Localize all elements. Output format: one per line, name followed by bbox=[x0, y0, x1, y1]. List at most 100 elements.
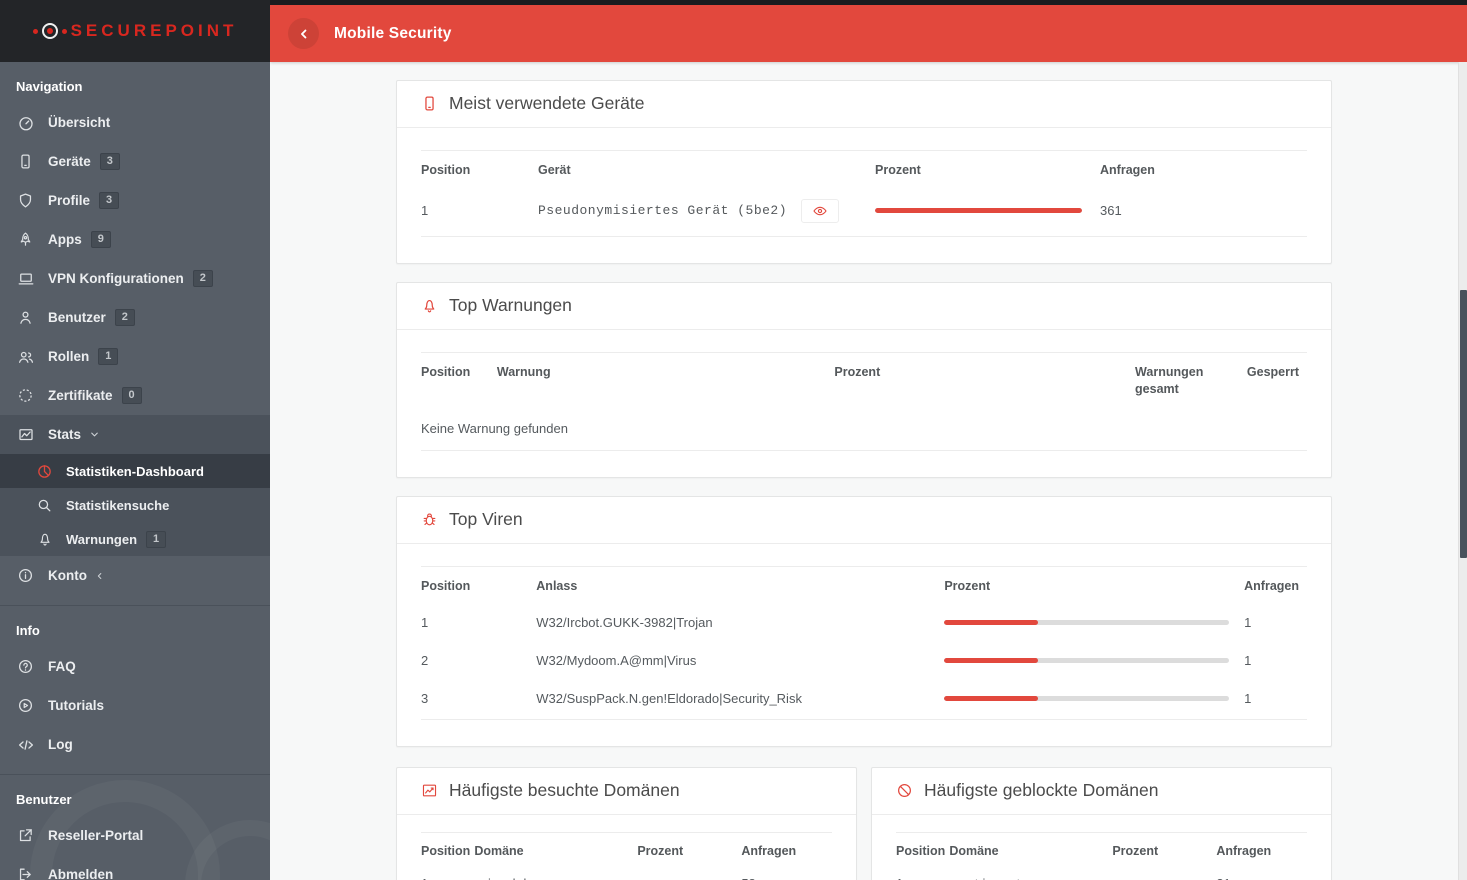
count-badge: 0 bbox=[121, 387, 142, 404]
sidebar-item-vpn-konfigurationen[interactable]: VPN Konfigurationen 2 bbox=[0, 259, 270, 298]
sidebar-item-tutorials[interactable]: Tutorials bbox=[0, 686, 270, 725]
viruses-table: Position Anlass Prozent Anfragen 1 W32/I… bbox=[421, 565, 1307, 720]
table-row: 1 meetrics.net 31 bbox=[896, 868, 1307, 880]
vertical-scrollbar-thumb[interactable] bbox=[1460, 290, 1467, 558]
back-button[interactable] bbox=[288, 18, 319, 49]
card-header: Häufigste geblockte Domänen bbox=[872, 768, 1331, 815]
count-badge: 2 bbox=[192, 270, 213, 287]
count-badge: 3 bbox=[99, 153, 120, 170]
sidebar-item-zertifikate[interactable]: Zertifikate 0 bbox=[0, 376, 270, 415]
sidebar-item-label: Stats bbox=[48, 427, 82, 442]
card-body: Position Domäne Prozent Anfragen 1 meetr… bbox=[872, 815, 1331, 880]
chevron-left-icon bbox=[95, 571, 105, 581]
laptop-icon bbox=[16, 269, 35, 288]
bug-icon bbox=[421, 511, 438, 528]
stats-group: Stats Statistiken-Dashboard Statistikens… bbox=[0, 415, 270, 556]
securepoint-logo: SECUREPOINT bbox=[32, 21, 238, 41]
sidebar-item-statistiken-dashboard[interactable]: Statistiken-Dashboard bbox=[0, 454, 270, 488]
sidebar-item-stats[interactable]: Stats bbox=[0, 415, 270, 454]
sidebar-item-statistikensuche[interactable]: Statistikensuche bbox=[0, 488, 270, 522]
sidebar-item-apps[interactable]: Apps 9 bbox=[0, 220, 270, 259]
certificate-icon bbox=[16, 386, 35, 405]
sidebar-item-abmelden[interactable]: Abmelden bbox=[0, 855, 270, 880]
sidebar-item-uebersicht[interactable]: Übersicht bbox=[0, 103, 270, 142]
sidebar-item-label: Benutzer bbox=[48, 310, 106, 325]
column-header-prozent: Prozent bbox=[637, 843, 684, 858]
card-top-viruses: Top Viren Position Anlass Prozent Anfrag… bbox=[396, 495, 1332, 747]
sidebar-item-warnungen[interactable]: Warnungen 1 bbox=[0, 522, 270, 556]
sidebar-item-label: FAQ bbox=[48, 659, 76, 674]
search-icon bbox=[36, 497, 53, 514]
sidebar-item-benutzer[interactable]: Benutzer 2 bbox=[0, 298, 270, 337]
logo-dot-icon bbox=[32, 28, 38, 34]
domains-cards-row: Häufigste besuchte Domänen Position Domä… bbox=[396, 766, 1332, 880]
card-header: Top Warnungen bbox=[397, 283, 1331, 330]
cell-position: 1 bbox=[896, 868, 949, 880]
column-header-position: Position bbox=[421, 843, 471, 858]
ban-icon bbox=[896, 782, 913, 799]
users-icon bbox=[16, 347, 35, 366]
cell-domain: meetrics.net bbox=[949, 868, 1112, 880]
sidebar-item-label: Statistiken-Dashboard bbox=[66, 463, 204, 479]
empty-message: Keine Warnung gefunden bbox=[421, 420, 568, 436]
pie-chart-icon bbox=[36, 463, 53, 480]
warnings-table: Position Warnung Prozent Warnungen gesam… bbox=[421, 351, 1307, 451]
sidebar-item-konto[interactable]: Konto bbox=[0, 556, 270, 595]
sidebar-item-profile[interactable]: Profile 3 bbox=[0, 181, 270, 220]
sidebar-item-faq[interactable]: FAQ bbox=[0, 647, 270, 686]
info-circle-icon bbox=[16, 566, 35, 585]
phone-icon bbox=[16, 152, 35, 171]
sidebar-item-label: Geräte bbox=[48, 154, 91, 169]
column-header-anlass: Anlass bbox=[536, 578, 578, 593]
sidebar-item-label: Tutorials bbox=[48, 698, 105, 713]
card-title: Häufigste besuchte Domänen bbox=[449, 779, 680, 800]
card-title: Meist verwendete Geräte bbox=[449, 93, 645, 113]
sidebar-item-geraete[interactable]: Geräte 3 bbox=[0, 142, 270, 181]
column-header-position: Position bbox=[896, 843, 946, 858]
cell-virus-name: W32/Ircbot.GUKK-3982|Trojan bbox=[536, 614, 713, 630]
sidebar-item-label: Statistikensuche bbox=[66, 497, 170, 513]
column-header-position: Position bbox=[421, 578, 471, 593]
chart-line-icon bbox=[421, 782, 438, 799]
view-device-button[interactable] bbox=[801, 198, 840, 223]
sidebar-item-log[interactable]: Log bbox=[0, 725, 270, 764]
app-header: Mobile Security bbox=[270, 5, 1467, 62]
table-row: 1 Pseudonymisiertes Gerät (5be2) 361 bbox=[421, 189, 1307, 237]
play-circle-icon bbox=[16, 696, 35, 715]
card-visited-domains: Häufigste besuchte Domänen Position Domä… bbox=[396, 766, 857, 880]
cell-position: 2 bbox=[421, 652, 429, 668]
card-body: Position Gerät Prozent Anfragen 1 Pseudo… bbox=[397, 128, 1331, 263]
section-info: Info bbox=[16, 623, 40, 638]
cell-percent bbox=[944, 605, 1244, 643]
sidebar-item-label: Übersicht bbox=[48, 115, 111, 130]
column-header-prozent: Prozent bbox=[1112, 843, 1159, 858]
cell-requests: 58 bbox=[741, 868, 832, 880]
table-row: 1 spiegel.de 58 bbox=[421, 868, 832, 880]
sidebar-item-label: Apps bbox=[48, 232, 82, 247]
bell-icon bbox=[421, 297, 438, 314]
cell-domain: spiegel.de bbox=[474, 868, 637, 880]
code-icon bbox=[16, 735, 35, 754]
cell-requests: 1 bbox=[1244, 652, 1252, 668]
column-header-warnungen-gesamt: Warnungen gesamt bbox=[1135, 364, 1204, 396]
vertical-scrollbar-track[interactable] bbox=[1458, 62, 1467, 880]
visited-domains-table: Position Domäne Prozent Anfragen 1 spieg… bbox=[421, 831, 832, 880]
count-badge: 9 bbox=[90, 231, 111, 248]
logo-block[interactable]: SECUREPOINT bbox=[0, 0, 270, 62]
cell-requests: 31 bbox=[1216, 868, 1307, 880]
logo-dot-icon bbox=[61, 28, 67, 34]
sidebar-item-rollen[interactable]: Rollen 1 bbox=[0, 337, 270, 376]
sidebar-item-reseller-portal[interactable]: Reseller-Portal bbox=[0, 816, 270, 855]
cell-position: 3 bbox=[421, 690, 429, 706]
column-header-prozent: Prozent bbox=[875, 163, 921, 177]
logo-text: SECUREPOINT bbox=[70, 21, 238, 40]
column-header-anfragen: Anfragen bbox=[1216, 843, 1272, 858]
progress-bar bbox=[944, 695, 1039, 701]
chevron-left-icon bbox=[297, 27, 311, 41]
cell-position: 1 bbox=[421, 614, 429, 630]
card-title: Top Warnungen bbox=[449, 294, 572, 315]
cell-requests: 1 bbox=[1244, 614, 1252, 630]
progress-bar bbox=[875, 208, 1082, 214]
count-badge: 2 bbox=[114, 309, 135, 326]
card-body: Position Warnung Prozent Warnungen gesam… bbox=[397, 330, 1331, 477]
